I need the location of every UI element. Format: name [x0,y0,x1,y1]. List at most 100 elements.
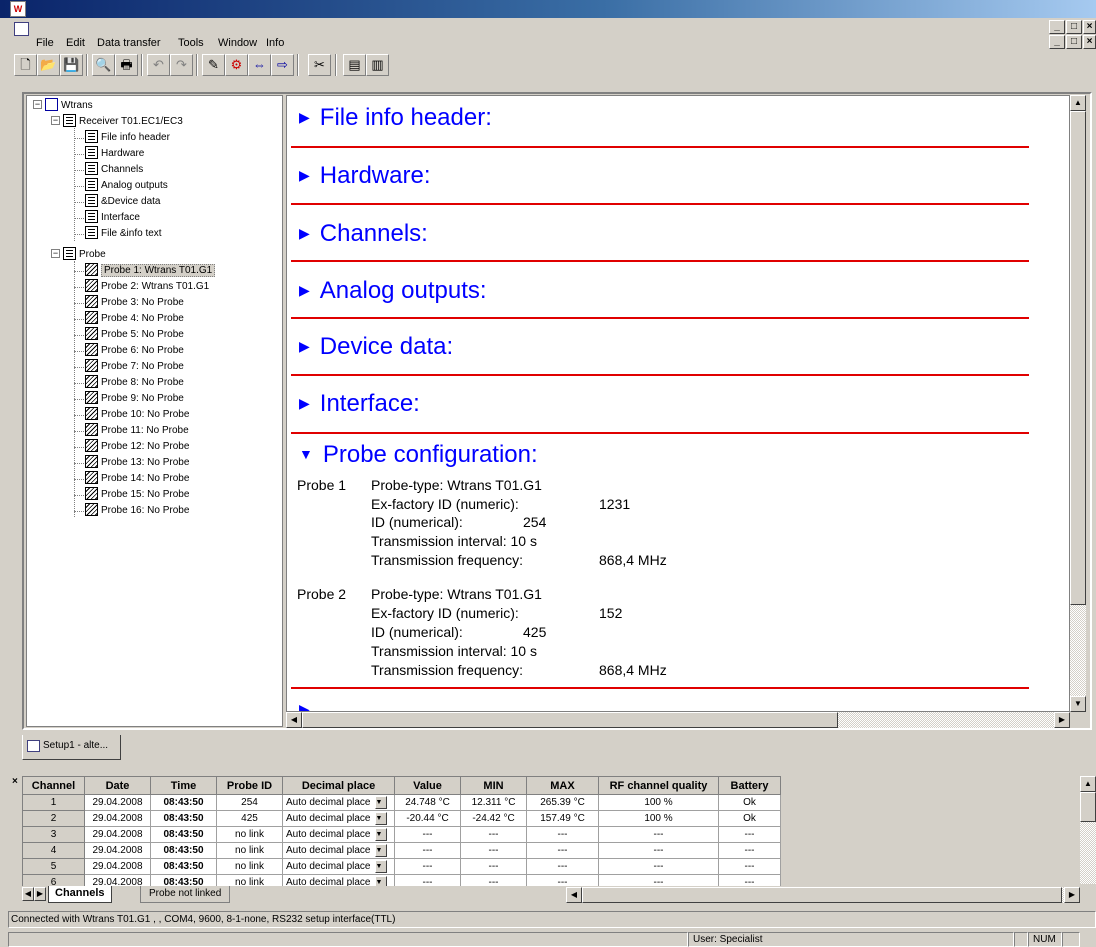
table-row[interactable]: 5 29.04.2008 08:43:50 no link Auto decimal p… [22,858,781,875]
channels-grid[interactable]: Channel Date Time Probe ID Decimal place Valu… [22,776,781,891]
table-cell[interactable]: --- [394,858,461,875]
tree-probe-item[interactable]: Probe 9: No Probe [85,390,184,407]
table-cell[interactable]: 100 % [598,794,719,811]
expand-icon[interactable]: ▶ [299,282,310,298]
table-cell[interactable]: 08:43:50 [150,794,217,811]
tree-receiver-item[interactable]: &Device data [85,193,160,210]
row-header[interactable]: 4 [22,842,85,859]
table-cell[interactable]: Auto decimal place ▼ [282,810,395,827]
column-header[interactable]: Probe ID [216,776,283,795]
tree-receiver-item[interactable]: Channels [85,161,143,178]
grid-vertical-scrollbar[interactable]: ▲ [1080,776,1096,884]
scroll-left-icon[interactable]: ◀ [286,712,302,728]
table-cell[interactable]: --- [526,826,599,843]
undo-icon[interactable]: ↶ [147,54,170,76]
table-cell[interactable]: --- [460,842,527,859]
redo-icon[interactable]: ↷ [170,54,193,76]
dropdown-arrow-icon[interactable]: ▼ [374,796,387,809]
column-header[interactable]: Decimal place [282,776,395,795]
table-cell[interactable]: 29.04.2008 [84,826,151,843]
table-cell[interactable]: 100 % [598,810,719,827]
table-row[interactable]: 2 29.04.2008 08:43:50 425 Auto decimal place… [22,810,781,827]
child-close-button[interactable]: × [1083,35,1096,49]
table-cell[interactable]: --- [526,842,599,859]
section-probe-configuration[interactable]: ▼ Probe configuration: [299,441,538,469]
tool-e-icon[interactable]: ✂ [308,54,331,76]
column-header[interactable]: Value [394,776,461,795]
table-cell[interactable]: 254 [216,794,283,811]
column-header[interactable]: Time [150,776,217,795]
table-cell[interactable]: no link [216,826,283,843]
dropdown-arrow-icon[interactable]: ▼ [374,860,387,873]
table-row[interactable]: 1 29.04.2008 08:43:50 254 Auto decimal place… [22,794,781,811]
section-file-info-text-partial[interactable]: ▶ [299,696,320,711]
row-header[interactable]: 5 [22,858,85,875]
tree-probe-item[interactable]: Probe 16: No Probe [85,502,189,519]
table-cell[interactable]: 08:43:50 [150,842,217,859]
menu-data-transfer[interactable]: Data transfer [97,37,161,49]
tree-receiver[interactable]: − Receiver T01.EC1/EC3 [51,113,183,130]
content-horizontal-scrollbar[interactable]: ◀ ▶ [286,712,1070,728]
document-menu-icon[interactable] [14,22,29,36]
table-cell[interactable]: 08:43:50 [150,810,217,827]
table-cell[interactable]: -24.42 °C [460,810,527,827]
menu-edit[interactable]: Edit [66,37,85,49]
section-hardware[interactable]: ▶ Hardware: [299,162,431,190]
table-cell[interactable]: --- [598,858,719,875]
section-interface[interactable]: ▶ Interface: [299,390,420,418]
tree-receiver-item[interactable]: File info header [85,129,170,146]
tool-c-icon[interactable]: ⇔ [248,54,271,76]
tree-root[interactable]: − Wtrans [33,97,93,114]
table-cell[interactable]: --- [460,826,527,843]
table-cell[interactable]: Auto decimal place ▼ [282,858,395,875]
scroll-left-icon[interactable]: ◀ [566,887,582,903]
layout-a-icon[interactable]: ▤ [343,54,366,76]
table-cell[interactable]: --- [526,858,599,875]
table-cell[interactable]: -20.44 °C [394,810,461,827]
config-tree[interactable]: − Wtrans − Receiver T01.EC1/EC3 − Probe Fil… [26,95,283,727]
column-header[interactable]: Date [84,776,151,795]
menu-tools[interactable]: Tools [178,37,204,49]
scroll-up-icon[interactable]: ▲ [1080,776,1096,792]
grid-horizontal-scrollbar[interactable]: ◀ ▶ [566,887,1080,903]
scroll-right-icon[interactable]: ▶ [1054,712,1070,728]
open-icon[interactable]: 📂 [37,54,60,76]
layout-b-icon[interactable]: ▥ [366,54,389,76]
table-cell[interactable]: 157.49 °C [526,810,599,827]
tree-receiver-item[interactable]: File &info text [85,225,162,242]
new-icon[interactable]: 🗋 [14,54,37,76]
section-channels[interactable]: ▶ Channels: [299,220,428,248]
table-cell[interactable]: 29.04.2008 [84,794,151,811]
minimize-button[interactable]: _ [1049,20,1065,34]
collapse-icon[interactable]: − [33,99,42,109]
collapse-icon[interactable]: − [51,248,60,258]
row-header[interactable]: 2 [22,810,85,827]
expand-icon[interactable]: ▶ [299,395,310,411]
collapse-icon[interactable]: − [51,115,60,125]
column-header[interactable]: MAX [526,776,599,795]
table-cell[interactable]: 29.04.2008 [84,858,151,875]
tree-probe-item[interactable]: Probe 2: Wtrans T01.G1 [85,278,209,295]
sheet-next-icon[interactable]: ▶ [34,887,46,901]
table-cell[interactable]: 265.39 °C [526,794,599,811]
scroll-thumb[interactable] [1070,111,1086,605]
app-icon[interactable]: W [10,1,26,17]
tree-receiver-item[interactable]: Analog outputs [85,177,168,194]
row-header[interactable]: 3 [22,826,85,843]
scroll-thumb[interactable] [302,712,838,728]
table-cell[interactable]: Auto decimal place ▼ [282,794,395,811]
table-cell[interactable]: 29.04.2008 [84,810,151,827]
tree-probe-item[interactable]: Probe 6: No Probe [85,342,184,359]
dropdown-arrow-icon[interactable]: ▼ [374,828,387,841]
print-icon[interactable]: 🖶 [115,54,138,76]
table-cell[interactable]: 08:43:50 [150,858,217,875]
table-cell[interactable]: no link [216,858,283,875]
print-preview-icon[interactable]: 🔍 [92,54,115,76]
save-icon[interactable]: 💾 [60,54,83,76]
tree-probe-item[interactable]: Probe 14: No Probe [85,470,189,487]
menu-info[interactable]: Info [266,37,284,49]
scroll-thumb[interactable] [1080,792,1096,822]
scroll-thumb[interactable] [582,887,1062,903]
table-cell[interactable]: --- [394,842,461,859]
scroll-up-icon[interactable]: ▲ [1070,95,1086,111]
